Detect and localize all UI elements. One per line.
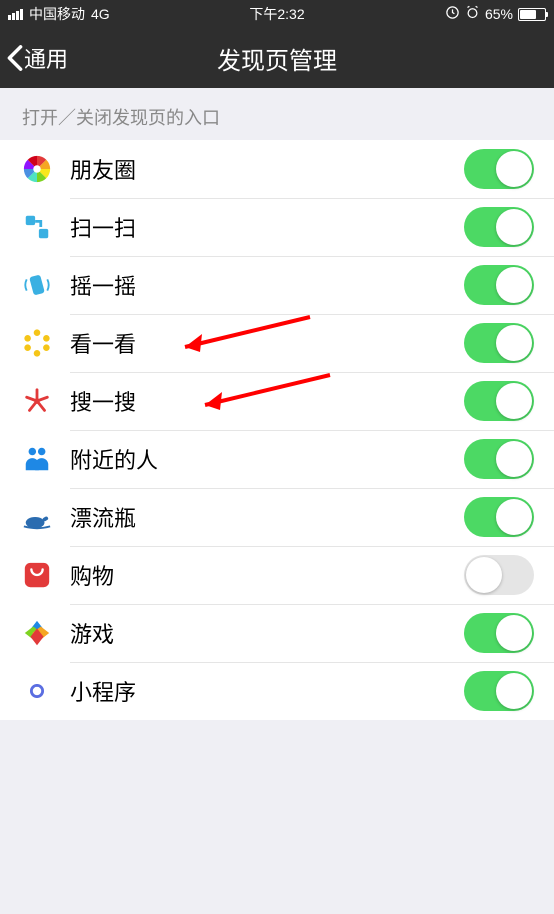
moments-icon bbox=[20, 152, 54, 186]
games-icon bbox=[20, 616, 54, 650]
toggle-miniprogram[interactable] bbox=[464, 671, 534, 711]
toggle-shopping[interactable] bbox=[464, 555, 534, 595]
back-label: 通用 bbox=[24, 42, 68, 74]
toggle-search[interactable] bbox=[464, 381, 534, 421]
row-search: 搜一搜 bbox=[0, 372, 554, 430]
toggle-nearby[interactable] bbox=[464, 439, 534, 479]
toggle-scan[interactable] bbox=[464, 207, 534, 247]
shopping-icon bbox=[20, 558, 54, 592]
row-label: 漂流瓶 bbox=[70, 501, 464, 533]
carrier-label: 中国移动 bbox=[29, 4, 85, 24]
row-shopping: 购物 bbox=[0, 546, 554, 604]
row-label: 朋友圈 bbox=[70, 153, 464, 185]
signal-icon bbox=[8, 9, 23, 20]
nav-bar: 通用 发现页管理 bbox=[0, 28, 554, 88]
orientation-lock-icon bbox=[445, 5, 460, 23]
row-shake: 摇一摇 bbox=[0, 256, 554, 314]
search-icon bbox=[20, 384, 54, 418]
toggle-shake[interactable] bbox=[464, 265, 534, 305]
toggle-bottle[interactable] bbox=[464, 497, 534, 537]
section-hint: 打开／关闭发现页的入口 bbox=[0, 88, 554, 140]
row-scan: 扫一扫 bbox=[0, 198, 554, 256]
row-games: 游戏 bbox=[0, 604, 554, 662]
toggle-games[interactable] bbox=[464, 613, 534, 653]
row-label: 小程序 bbox=[70, 675, 464, 707]
row-look: 看一看 bbox=[0, 314, 554, 372]
shake-icon bbox=[20, 268, 54, 302]
row-label: 购物 bbox=[70, 559, 464, 591]
status-time: 下午2:32 bbox=[187, 4, 366, 24]
row-label: 游戏 bbox=[70, 617, 464, 649]
look-icon bbox=[20, 326, 54, 360]
battery-percent: 65% bbox=[485, 6, 513, 22]
status-bar: 中国移动 4G 下午2:32 65% bbox=[0, 0, 554, 28]
toggle-look[interactable] bbox=[464, 323, 534, 363]
miniprogram-icon bbox=[20, 674, 54, 708]
chevron-left-icon bbox=[6, 44, 24, 72]
scan-icon bbox=[20, 210, 54, 244]
network-label: 4G bbox=[91, 6, 110, 22]
page-title: 发现页管理 bbox=[0, 41, 554, 76]
back-button[interactable]: 通用 bbox=[0, 42, 68, 74]
battery-icon bbox=[518, 8, 546, 21]
row-miniprogram: 小程序 bbox=[0, 662, 554, 720]
alarm-icon bbox=[465, 5, 480, 23]
toggle-moments[interactable] bbox=[464, 149, 534, 189]
row-bottle: 漂流瓶 bbox=[0, 488, 554, 546]
row-label: 摇一摇 bbox=[70, 269, 464, 301]
bottle-icon bbox=[20, 500, 54, 534]
row-label: 搜一搜 bbox=[70, 385, 464, 417]
settings-list: 朋友圈 扫一扫 摇一摇 bbox=[0, 140, 554, 720]
nearby-icon bbox=[20, 442, 54, 476]
row-label: 附近的人 bbox=[70, 443, 464, 475]
row-moments: 朋友圈 bbox=[0, 140, 554, 198]
row-label: 看一看 bbox=[70, 327, 464, 359]
row-nearby: 附近的人 bbox=[0, 430, 554, 488]
row-label: 扫一扫 bbox=[70, 211, 464, 243]
